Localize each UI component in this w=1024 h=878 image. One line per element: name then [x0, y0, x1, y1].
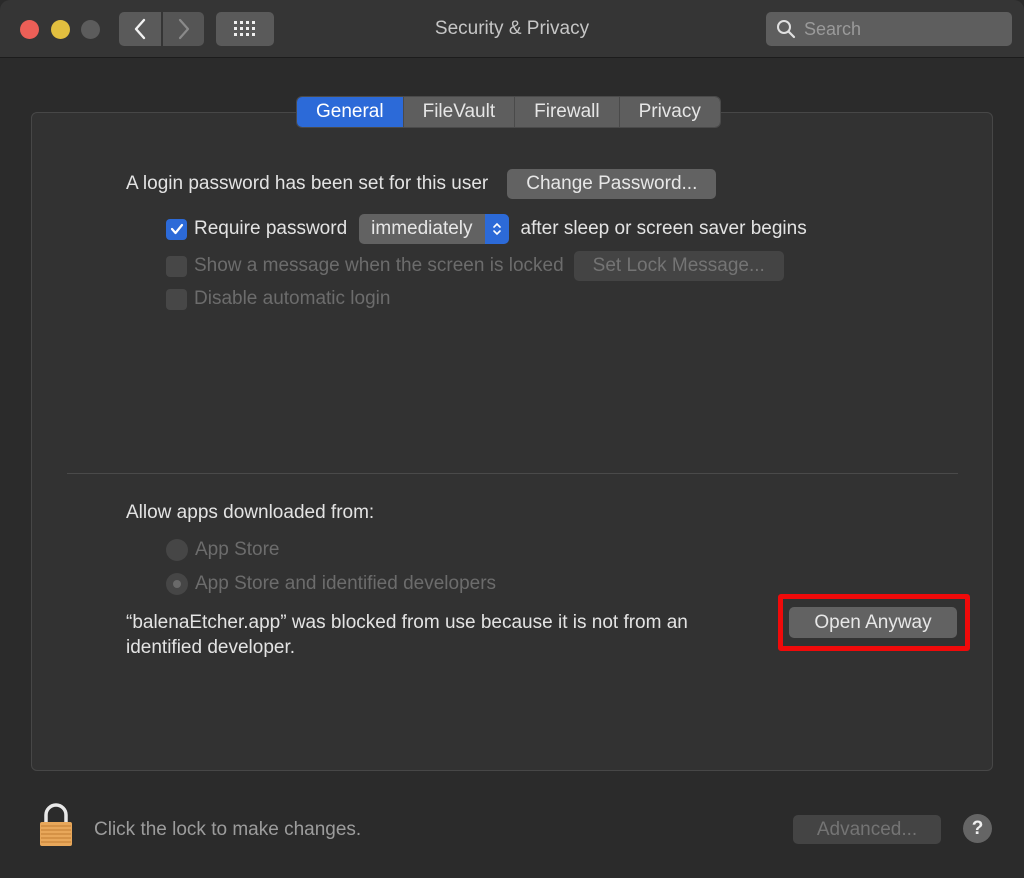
change-password-button[interactable]: Change Password... [507, 169, 717, 199]
radio-app-store-row: App Store [166, 539, 280, 561]
tab-general[interactable]: General [297, 97, 404, 127]
tab-filevault[interactable]: FileVault [403, 97, 516, 127]
section-divider [67, 473, 958, 474]
allow-apps-heading-row: Allow apps downloaded from: [126, 502, 374, 524]
select-value: immediately [359, 214, 485, 244]
padlock-icon [40, 803, 72, 846]
lock-status-text: Click the lock to make changes. [94, 819, 362, 840]
allow-apps-heading: Allow apps downloaded from: [126, 502, 375, 523]
require-password-delay-select[interactable]: immediately [359, 214, 509, 244]
open-anyway-button[interactable]: Open Anyway [789, 607, 957, 638]
set-lock-message-button[interactable]: Set Lock Message... [573, 251, 784, 281]
select-arrows-icon [484, 214, 509, 244]
help-button[interactable]: ? [963, 814, 992, 843]
search-input[interactable] [804, 18, 1004, 40]
disable-auto-login-row: Disable automatic login [166, 288, 390, 310]
search-field[interactable] [766, 12, 1012, 46]
tab-privacy[interactable]: Privacy [619, 97, 720, 127]
advanced-button[interactable]: Advanced... [793, 815, 941, 844]
radio-identified-developers[interactable] [166, 573, 188, 595]
require-password-row: Require password immediately after sleep… [166, 214, 807, 244]
lock-button[interactable] [38, 803, 74, 852]
login-password-row: A login password has been set for this u… [126, 169, 717, 199]
title-bar: Security & Privacy [0, 0, 1024, 58]
radio-selected-dot [173, 580, 181, 588]
show-message-row: Show a message when the screen is locked… [166, 251, 784, 281]
radio-identified-developers-row: App Store and identified developers [166, 573, 496, 595]
disable-auto-login-checkbox[interactable] [166, 288, 187, 310]
search-icon [777, 20, 796, 39]
radio-identified-developers-label: App Store and identified developers [195, 573, 497, 594]
show-message-checkbox[interactable] [166, 255, 187, 277]
radio-app-store-label: App Store [195, 539, 280, 560]
disable-auto-login-label: Disable automatic login [194, 288, 391, 309]
login-password-text: A login password has been set for this u… [126, 173, 489, 194]
require-password-checkbox[interactable] [166, 218, 187, 240]
tab-bar: General FileVault Firewall Privacy [297, 97, 720, 127]
require-password-suffix: after sleep or screen saver begins [520, 218, 807, 239]
show-message-label: Show a message when the screen is locked [194, 255, 564, 276]
radio-app-store[interactable] [166, 539, 188, 561]
content-panel [31, 112, 993, 771]
tab-firewall[interactable]: Firewall [515, 97, 620, 127]
checkmark-icon [170, 223, 183, 235]
blocked-app-message: “balenaEtcher.app” was blocked from use … [126, 612, 688, 658]
security-privacy-window: Security & Privacy General FileVault Fir… [0, 0, 1024, 878]
require-password-label: Require password [194, 218, 348, 239]
